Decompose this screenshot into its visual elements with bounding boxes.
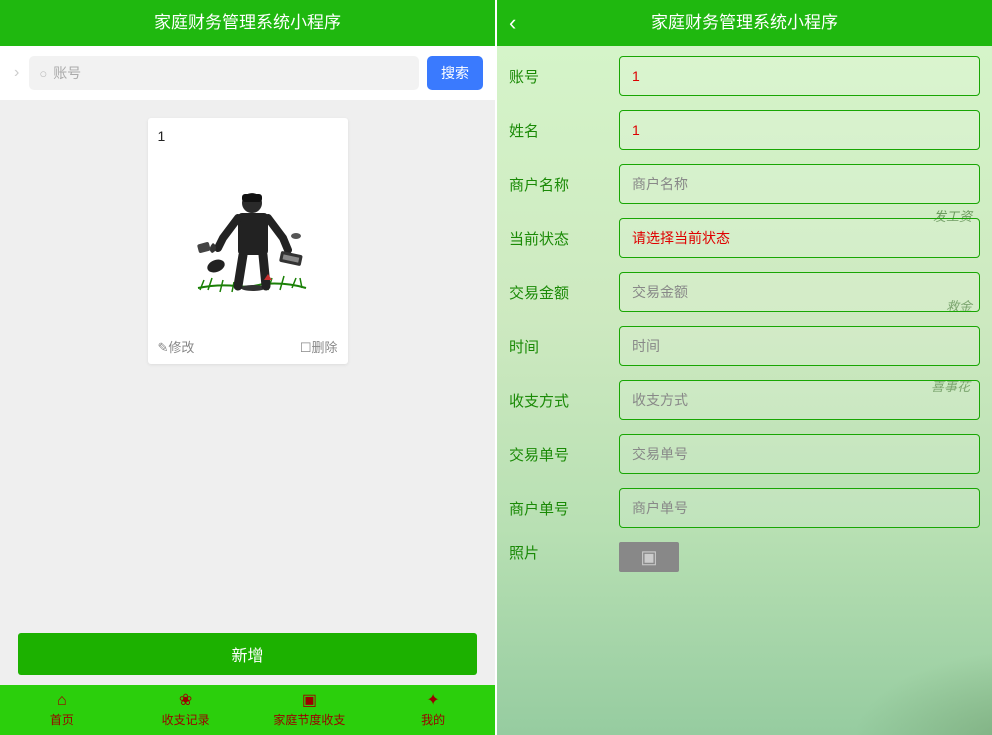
form-row: 交易单号交易单号: [509, 434, 980, 474]
form-row: 时间时间: [509, 326, 980, 366]
person-illustration-icon: [168, 158, 328, 318]
tab-label: 家庭节度收支: [273, 711, 345, 728]
form-body: 发工资 救金 喜事花 账号1姓名1商户名称商户名称当前状态请选择当前状态交易金额…: [497, 46, 992, 735]
add-button[interactable]: 新增: [18, 633, 477, 675]
form-row: 商户名称商户名称: [509, 164, 980, 204]
card-image: [163, 150, 333, 325]
form-label: 时间: [509, 336, 605, 357]
form-row: 商户单号商户单号: [509, 488, 980, 528]
tab-label: 我的: [421, 711, 445, 728]
photo-label: 照片: [509, 542, 605, 563]
text-input[interactable]: 商户单号: [619, 488, 980, 528]
tab-label: 收支记录: [162, 711, 210, 728]
search-placeholder: 账号: [53, 63, 81, 83]
form-label: 账号: [509, 66, 605, 87]
tab-family[interactable]: ▣ 家庭节度收支: [248, 685, 372, 735]
record-card[interactable]: 1: [148, 118, 348, 364]
tab-mine[interactable]: ✦ 我的: [371, 685, 495, 735]
tab-records[interactable]: ❀ 收支记录: [124, 685, 248, 735]
search-row: › ○ 账号 搜索: [0, 46, 495, 100]
text-input[interactable]: 1: [619, 110, 980, 150]
back-icon[interactable]: ‹: [509, 12, 516, 34]
card-id: 1: [158, 128, 338, 144]
form-row: 交易金额交易金额: [509, 272, 980, 312]
form-row: 当前状态请选择当前状态: [509, 218, 980, 258]
photo-row: 照片 ▣: [509, 542, 980, 572]
text-input[interactable]: 交易单号: [619, 434, 980, 474]
form-label: 交易单号: [509, 444, 605, 465]
text-input[interactable]: 时间: [619, 326, 980, 366]
app-title: 家庭财务管理系统小程序: [651, 13, 838, 32]
search-icon: ○: [39, 66, 47, 81]
edit-button[interactable]: ✎修改: [158, 337, 195, 356]
form-row: 姓名 1: [509, 110, 980, 150]
form-label: 姓名: [509, 120, 605, 141]
search-button[interactable]: 搜索: [427, 56, 483, 90]
header-bar: ‹ 家庭财务管理系统小程序: [497, 0, 992, 46]
text-input[interactable]: 收支方式: [619, 380, 980, 420]
records-icon: ❀: [179, 693, 192, 709]
tab-bar: ⌂ 首页 ❀ 收支记录 ▣ 家庭节度收支 ✦ 我的: [0, 685, 495, 735]
app-title: 家庭财务管理系统小程序: [154, 13, 341, 32]
form-row: 账号 1: [509, 56, 980, 96]
form-label: 商户名称: [509, 174, 605, 195]
home-icon: ⌂: [57, 693, 67, 709]
mine-icon: ✦: [426, 693, 439, 709]
form-label: 当前状态: [509, 228, 605, 249]
form-label: 收支方式: [509, 390, 605, 411]
phone-form-screen: ‹ 家庭财务管理系统小程序 发工资 救金 喜事花 账号1姓名1商户名称商户名称当…: [497, 0, 992, 735]
search-input[interactable]: ○ 账号: [29, 56, 419, 90]
delete-button[interactable]: ☐删除: [300, 337, 338, 356]
camera-icon: ▣: [640, 547, 657, 568]
photo-upload[interactable]: ▣: [619, 542, 679, 572]
tab-label: 首页: [50, 711, 74, 728]
form-row: 收支方式收支方式: [509, 380, 980, 420]
text-input[interactable]: 交易金额: [619, 272, 980, 312]
header-bar: 家庭财务管理系统小程序: [0, 0, 495, 46]
text-input[interactable]: 1: [619, 56, 980, 96]
form-label: 商户单号: [509, 498, 605, 519]
family-icon: ▣: [302, 693, 317, 709]
form-label: 交易金额: [509, 282, 605, 303]
text-input[interactable]: 商户名称: [619, 164, 980, 204]
status-select[interactable]: 请选择当前状态: [619, 218, 980, 258]
phone-list-screen: 家庭财务管理系统小程序 › ○ 账号 搜索 1: [0, 0, 495, 735]
chevron-icon[interactable]: ›: [12, 64, 21, 82]
list-body: › ○ 账号 搜索 1: [0, 46, 495, 735]
tab-home[interactable]: ⌂ 首页: [0, 685, 124, 735]
card-actions: ✎修改 ☐删除: [158, 335, 338, 356]
